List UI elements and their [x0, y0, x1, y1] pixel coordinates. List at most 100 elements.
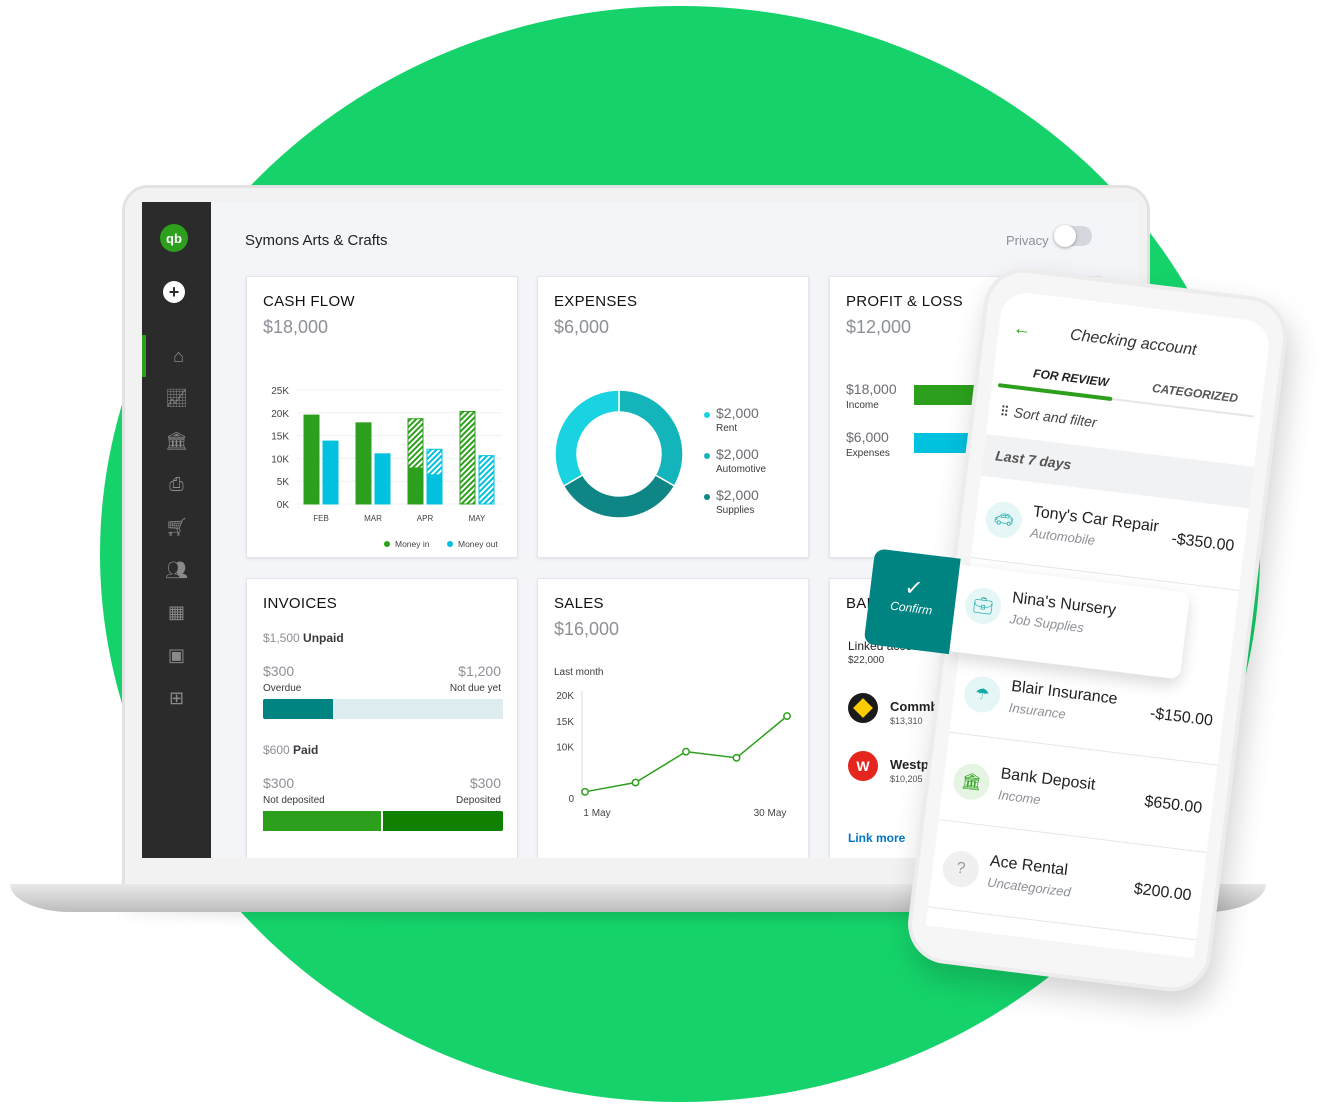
sidebar: qb + ⌂ 📈︎ 🏛︎ ⎙ 🛒︎ 👥︎ ▦ ▣ ⊞ — [142, 202, 211, 858]
home-icon[interactable]: ⌂ — [142, 335, 211, 377]
data-point — [682, 747, 690, 756]
legend-label: Money in — [395, 539, 430, 549]
legend-dot — [384, 541, 390, 547]
transaction-category: Insurance — [1008, 699, 1067, 722]
transaction-amount: $650.00 — [1143, 793, 1204, 818]
y-tick-label: 0 — [568, 794, 574, 805]
not-deposited-fill — [263, 811, 383, 831]
briefcase-icon: 💼︎ — [963, 585, 1004, 626]
phone-title: Checking account — [1069, 326, 1198, 359]
y-tick-label: 15K — [271, 432, 289, 443]
quickbooks-logo[interactable]: qb — [160, 224, 188, 252]
apps-icon[interactable]: ⊞ — [142, 677, 211, 719]
card-title: EXPENSES — [554, 293, 638, 310]
car-icon: 🚗︎ — [983, 499, 1024, 540]
not-due-amount: $1,200 — [458, 663, 501, 679]
card-value: $18,000 — [263, 317, 329, 337]
sales-card[interactable]: SALES $16,000 Last month 0 10K 15K 20K 1 May… — [537, 578, 809, 858]
legend-amount: $2,000 — [716, 487, 759, 503]
bar-money-out — [427, 474, 442, 504]
overdue-label: Overdue — [263, 683, 302, 694]
transaction-category: Income — [997, 787, 1042, 808]
paid-bar[interactable] — [263, 811, 503, 831]
legend-amount: $2,000 — [716, 405, 759, 421]
tax-icon[interactable]: ▣ — [142, 634, 211, 676]
expenses-card[interactable]: EXPENSES $6,000 $2,000 Rent $2,000 Automot… — [537, 276, 809, 558]
umbrella-icon: ☂ — [962, 674, 1003, 715]
sales-chart: 0 10K 15K 20K 1 May 30 May — [556, 691, 791, 819]
account-name[interactable]: Commb — [890, 699, 938, 714]
y-tick-label: 10K — [271, 454, 289, 465]
income-amount: $18,000 — [846, 381, 897, 397]
card-value: $12,000 — [846, 317, 912, 337]
legend-label: Rent — [716, 423, 738, 434]
sort-filter-button[interactable]: ⫶⫶ Sort and filter — [1000, 403, 1098, 432]
y-tick-label: 0K — [277, 500, 290, 511]
company-name: Symons Arts & Crafts — [245, 232, 388, 249]
account-name[interactable]: Westp — [890, 757, 929, 772]
chart-icon[interactable]: 📈︎ — [142, 377, 211, 419]
cash-flow-card[interactable]: CASH FLOW $18,000 0K 5K 10K 15K 20K 25K FEB MAR… — [246, 276, 518, 558]
y-tick-label: 25K — [271, 386, 289, 397]
transaction-amount: $200.00 — [1132, 880, 1193, 905]
privacy-label: Privacy — [1006, 233, 1049, 248]
bar-money-out — [375, 453, 390, 504]
invoices-card[interactable]: INVOICES $1,500 Unpaid $300 $1,200 Overd… — [246, 578, 518, 858]
privacy-toggle[interactable] — [1054, 225, 1092, 247]
bar-money-in — [408, 467, 423, 504]
bar-money-in — [356, 422, 371, 504]
cart-icon[interactable]: 🛒︎ — [142, 506, 211, 548]
x-tick-label: APR — [417, 514, 434, 523]
card-value: $6,000 — [554, 317, 610, 337]
legend-amount: $2,000 — [716, 446, 759, 462]
y-tick-label: 20K — [271, 409, 289, 420]
bar-money-in — [304, 415, 319, 504]
transaction-amount: -$350.00 — [1170, 530, 1236, 555]
y-tick-label: 5K — [277, 477, 290, 488]
bar-projected-money-in — [459, 410, 476, 505]
receipt-icon[interactable]: ⎙ — [142, 463, 211, 505]
westpac-logo: W — [848, 751, 878, 781]
expenses-donut — [554, 389, 684, 519]
overdue-amount: $300 — [263, 663, 295, 679]
legend-dot — [704, 453, 710, 459]
account-balance: $10,205 — [890, 774, 923, 784]
users-icon[interactable]: 👥︎ — [142, 549, 211, 591]
card-title: PROFIT & LOSS — [846, 293, 963, 310]
linked-accounts-amount: $22,000 — [848, 655, 885, 666]
x-tick-label: 1 May — [583, 808, 610, 819]
sales-period: Last month — [554, 667, 604, 678]
x-tick-label: MAR — [364, 514, 382, 523]
not-due-label: Not due yet — [449, 683, 501, 694]
overdue-fill — [263, 699, 333, 719]
bank-icon[interactable]: 🏛︎ — [142, 420, 211, 462]
legend-dot — [704, 494, 710, 500]
data-point — [783, 712, 791, 721]
calculator-icon[interactable]: ▦ — [142, 591, 211, 633]
donut-slice-automotive — [618, 389, 684, 488]
bar-money-out — [323, 441, 338, 504]
card-title: INVOICES — [263, 595, 338, 612]
bar-projected-money-out — [478, 455, 495, 505]
phone-screen: ← Checking account FOR REVIEW CATEGORIZE… — [863, 290, 1272, 959]
x-tick-label: FEB — [313, 514, 329, 523]
account-balance: $13,310 — [890, 716, 923, 726]
transaction-category: Automobile — [1029, 525, 1096, 548]
unpaid-bar[interactable] — [263, 699, 503, 719]
bank-icon: 🏛︎ — [951, 761, 992, 802]
card-value: $16,000 — [554, 619, 620, 639]
y-tick-label: 20K — [556, 691, 574, 702]
sort-filter-label: Sort and filter — [1012, 404, 1098, 431]
donut-slice-rent — [554, 389, 620, 488]
confirm-button[interactable]: ✓ Confirm — [863, 548, 961, 655]
legend-label: Money out — [458, 539, 498, 549]
deposited-label: Deposited — [455, 795, 501, 806]
expenses-amount: $6,000 — [846, 429, 889, 445]
create-button[interactable]: + — [163, 281, 185, 303]
card-title: SALES — [554, 595, 604, 612]
not-deposited-label: Not deposited — [263, 795, 325, 806]
legend-dot — [447, 541, 453, 547]
card-title: CASH FLOW — [263, 293, 355, 310]
question-icon: ? — [940, 849, 981, 890]
link-more-link[interactable]: Link more — [848, 831, 905, 845]
